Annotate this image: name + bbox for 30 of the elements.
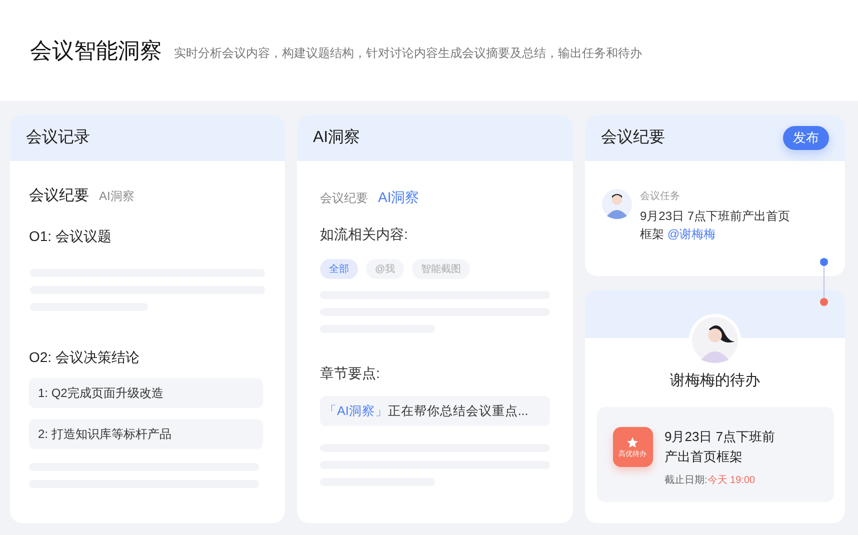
- todo-title: 谢梅梅的待办: [670, 371, 760, 391]
- connector-drawing: [818, 256, 830, 308]
- status-text: 正在帮你总结会议重点...: [388, 402, 528, 420]
- avatar: [692, 317, 738, 363]
- task-text: 9月23日 7点下班前产出首页框架 @谢梅梅: [640, 208, 792, 243]
- tab[interactable]: 会议纪要: [320, 188, 368, 206]
- tab[interactable]: 会议纪要: [29, 185, 89, 208]
- task-label: 会议任务: [640, 190, 681, 204]
- page-title: 会议智能洞察: [30, 37, 162, 65]
- status-tag: 「AI洞察」: [324, 402, 388, 420]
- section-heading: 如流相关内容:: [320, 225, 409, 244]
- filter-chip[interactable]: @我: [366, 259, 404, 279]
- star-icon: [626, 436, 639, 448]
- panel-title: 会议记录: [26, 128, 90, 148]
- publish-button[interactable]: 发布: [783, 126, 829, 150]
- page-subtitle: 实时分析会议内容，构建议题结构，针对讨论内容生成会议摘要及总结，输出任务和待办: [174, 44, 642, 62]
- tab[interactable]: AI洞察: [99, 187, 134, 206]
- section-heading: 章节要点:: [320, 364, 381, 383]
- filter-chip[interactable]: 全部: [320, 259, 358, 279]
- panel-title: AI洞察: [313, 128, 360, 148]
- decision-item: 2: 打造知识库等标杆产品: [29, 418, 263, 448]
- decision-item: 1: Q2完成页面升级改造: [29, 378, 263, 408]
- topic-heading: O2: 会议决策结论: [29, 348, 140, 366]
- deadline: 截止日期:今天 19:00: [664, 474, 756, 488]
- filter-chip[interactable]: 智能截图: [412, 259, 470, 279]
- todo-text: 9月23日 7点下班前产出首页框架: [664, 428, 776, 466]
- panel-title: 会议纪要: [601, 128, 665, 148]
- avatar: [602, 189, 632, 219]
- tab[interactable]: AI洞察: [378, 187, 420, 208]
- topic-heading: O1: 会议议题: [29, 226, 112, 246]
